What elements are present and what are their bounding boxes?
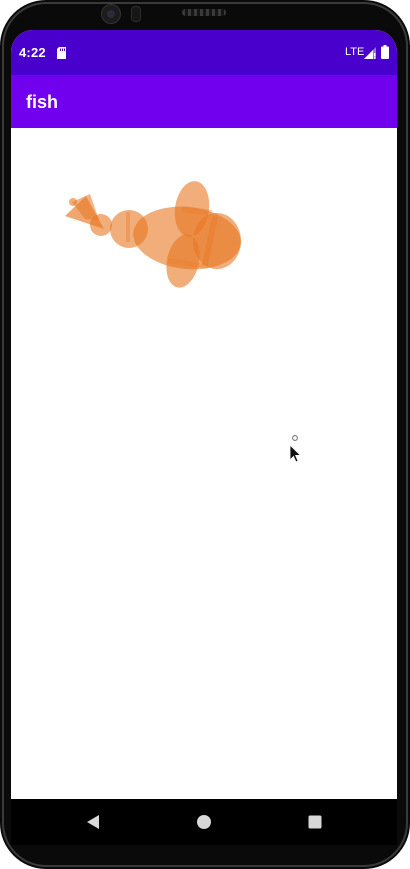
- status-bar: 4:22 LTE: [11, 30, 397, 75]
- navigation-bar: [11, 799, 397, 845]
- app-bar: fish: [11, 75, 397, 128]
- front-camera: [101, 4, 121, 24]
- network-type-label: LTE: [345, 46, 365, 58]
- home-icon[interactable]: [193, 811, 215, 833]
- earpiece-speaker: [182, 9, 226, 16]
- recents-icon[interactable]: [304, 811, 326, 833]
- fish-drawing: [65, 181, 241, 288]
- drawing-canvas[interactable]: [11, 128, 397, 799]
- signal-icon: [364, 46, 376, 64]
- proximity-sensor: [131, 6, 141, 22]
- screen: 4:22 LTE fish: [11, 30, 397, 799]
- phone-frame: 4:22 LTE fish: [0, 0, 410, 869]
- status-time: 4:22: [19, 45, 46, 60]
- battery-icon: [381, 45, 389, 64]
- sd-card-icon: [57, 46, 66, 64]
- back-icon[interactable]: [82, 811, 104, 833]
- app-title: fish: [26, 92, 59, 112]
- mouse-pointer-icon: [289, 435, 304, 468]
